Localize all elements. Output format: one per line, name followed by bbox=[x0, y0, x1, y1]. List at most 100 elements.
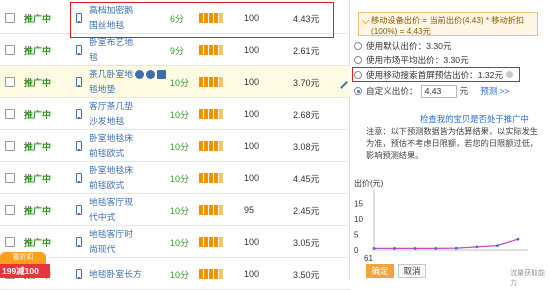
item-title-line1[interactable]: 高档加密鹅 bbox=[89, 3, 169, 18]
row-checkbox[interactable] bbox=[5, 173, 15, 183]
item-title-line2[interactable]: 前毯欧式 bbox=[89, 146, 169, 161]
table-row[interactable]: 推广中 地毯客厅时 尚现代 10分 100 3.05元 bbox=[0, 226, 350, 258]
item-title-line1[interactable]: 茶几卧室地 bbox=[89, 67, 169, 82]
item-title-text[interactable]: 卧室地毯床 bbox=[89, 133, 133, 143]
radio-market-bid[interactable]: 使用市场平均出价：3.30元 bbox=[354, 53, 469, 66]
item-title-cell[interactable]: 卧室布艺地毯 bbox=[89, 34, 169, 66]
score-bars bbox=[199, 205, 223, 215]
item-title-cell[interactable]: 茶几卧室地 毯地垫 bbox=[89, 66, 169, 98]
score-bar bbox=[199, 173, 203, 183]
row-checkbox[interactable] bbox=[5, 109, 15, 119]
radio-icon[interactable] bbox=[354, 41, 362, 50]
row-checkbox-cell[interactable] bbox=[5, 34, 19, 66]
promo-top-label: 惠折扣 bbox=[0, 252, 46, 264]
quality-bars bbox=[199, 130, 229, 162]
item-title-text[interactable]: 地毯客厅时 bbox=[89, 229, 133, 239]
row-checkbox[interactable] bbox=[5, 45, 15, 55]
item-title-line1[interactable]: 卧室地毯床 bbox=[89, 163, 169, 178]
item-title-cell[interactable]: 地毯客厅现 代中式 bbox=[89, 194, 169, 226]
cancel-button[interactable]: 取消 bbox=[398, 264, 426, 278]
radio-icon[interactable] bbox=[354, 87, 362, 95]
table-row[interactable]: 推广中 卧室地毯床 前毯欧式 10分 100 3.08元 bbox=[0, 130, 350, 162]
row-checkbox-cell[interactable] bbox=[5, 130, 19, 162]
promo-badge[interactable]: 惠折扣 199减100 bbox=[0, 252, 50, 278]
table-row[interactable]: 推广中 茶几卧室地 毯地垫 10分 100 3.70元 bbox=[0, 66, 350, 98]
score-bars bbox=[199, 13, 223, 23]
bid-panel: 移动设备出价 = 当前出价(4.43) * 移动折扣(100%) = 4.43元… bbox=[352, 0, 550, 280]
radio-mobile-bid[interactable]: 使用移动搜索首屏预估出价：1.32元 bbox=[354, 68, 514, 81]
row-checkbox-cell[interactable] bbox=[5, 162, 19, 194]
item-title-cell[interactable]: 卧室地毯床 前毯欧式 bbox=[89, 162, 169, 194]
radio-custom-bid[interactable]: 自定义出价： 4.43 元 预测 >> bbox=[354, 84, 509, 98]
item-title-text[interactable]: 卧室布艺地 bbox=[89, 37, 133, 47]
score-bar bbox=[199, 205, 203, 215]
phone-cell bbox=[76, 2, 86, 34]
quality-score: 6分 bbox=[170, 13, 185, 24]
item-title-line2[interactable]: 国丝地毯 bbox=[89, 18, 169, 33]
trash-icon[interactable] bbox=[157, 70, 166, 80]
table-row[interactable]: 推广中地毯卧室长方10分1003.50元 bbox=[0, 258, 350, 290]
radio-default-bid[interactable]: 使用默认出价：3.30元 bbox=[354, 39, 451, 52]
row-checkbox[interactable] bbox=[5, 13, 15, 23]
table-row[interactable]: 推广中 卧室布艺地毯 9分 100 2.61元 bbox=[0, 34, 350, 66]
score-bar bbox=[209, 237, 213, 247]
table-row[interactable]: 推广中 客厅茶几垫 沙发地毯 10分 100 2.68元 bbox=[0, 98, 350, 130]
pv-value: 100 bbox=[244, 269, 260, 279]
row-checkbox-cell[interactable] bbox=[5, 194, 19, 226]
mobile-phone-icon bbox=[76, 269, 82, 279]
row-checkbox-cell[interactable] bbox=[5, 66, 19, 98]
predict-arrow-icon[interactable]: >> bbox=[499, 86, 509, 96]
mobile-phone-icon bbox=[76, 77, 82, 87]
radio-icon[interactable] bbox=[354, 55, 362, 64]
item-title-line1[interactable]: 地毯客厅现 bbox=[89, 195, 169, 210]
item-title-cell[interactable]: 卧室地毯床 前毯欧式 bbox=[89, 130, 169, 162]
item-title-text[interactable]: 茶几卧室地 bbox=[89, 69, 133, 79]
table-row[interactable]: 推广中 卧室地毯床 前毯欧式 10分 100 4.45元 bbox=[0, 162, 350, 194]
item-title-line2[interactable]: 代中式 bbox=[89, 210, 169, 225]
item-title-cell[interactable]: 地毯客厅时 尚现代 bbox=[89, 226, 169, 258]
confirm-button[interactable]: 确定 bbox=[366, 264, 394, 278]
item-title-line2[interactable]: 毯 bbox=[89, 50, 169, 65]
predict-link[interactable]: 预测 bbox=[480, 85, 497, 97]
item-title-cell[interactable]: 地毯卧室长方 bbox=[89, 258, 169, 290]
pv-value: 100 bbox=[244, 141, 260, 151]
chart-series-line bbox=[374, 238, 519, 250]
row-checkbox-cell[interactable] bbox=[5, 98, 19, 130]
edit-cell[interactable] bbox=[335, 66, 348, 98]
row-checkbox[interactable] bbox=[5, 77, 15, 87]
row-checkbox-cell[interactable] bbox=[5, 2, 19, 34]
edit-pencil-icon[interactable] bbox=[335, 75, 348, 89]
item-title-line1[interactable]: 地毯卧室长方 bbox=[89, 267, 169, 282]
row-checkbox[interactable] bbox=[5, 205, 15, 215]
bid-price: 2.61元 bbox=[293, 45, 320, 56]
item-title-text[interactable]: 地毯客厅现 bbox=[89, 197, 133, 207]
item-title-line2[interactable]: 尚现代 bbox=[89, 242, 169, 257]
item-title-line1[interactable]: 地毯客厅时 bbox=[89, 227, 169, 242]
item-title-line2[interactable]: 毯地垫 bbox=[89, 82, 169, 97]
item-title-line1[interactable]: 卧室地毯床 bbox=[89, 131, 169, 146]
row-checkbox[interactable] bbox=[5, 237, 15, 247]
check-promotion-link[interactable]: 检查我的宝贝是否处于推广中 bbox=[420, 113, 529, 125]
score-bar bbox=[209, 109, 213, 119]
table-row[interactable]: 推广中 高档加密鹅 国丝地毯 6分 100 4.43元 bbox=[0, 2, 350, 34]
mobile-phone-icon bbox=[76, 141, 82, 151]
item-title-line1[interactable]: 客厅茶几垫 bbox=[89, 99, 169, 114]
item-title-text[interactable]: 高档加密鹅 bbox=[89, 5, 133, 15]
item-title-line2[interactable]: 前毯欧式 bbox=[89, 178, 169, 193]
item-title-line1[interactable]: 卧室布艺地 bbox=[89, 35, 169, 50]
item-title-cell[interactable]: 高档加密鹅 国丝地毯 bbox=[89, 2, 169, 34]
phone-cell bbox=[76, 162, 86, 194]
link-icon[interactable] bbox=[146, 70, 155, 80]
quality-bars bbox=[199, 162, 229, 194]
table-row[interactable]: 推广中 地毯客厅现 代中式 10分 95 2.45元 bbox=[0, 194, 350, 226]
chart-icon[interactable] bbox=[135, 70, 144, 80]
row-checkbox[interactable] bbox=[5, 141, 15, 151]
item-title-line2[interactable]: 沙发地毯 bbox=[89, 114, 169, 129]
item-title-cell[interactable]: 客厅茶几垫 沙发地毯 bbox=[89, 98, 169, 130]
radio-icon[interactable] bbox=[354, 70, 362, 79]
custom-bid-input[interactable]: 4.43 bbox=[420, 84, 457, 98]
quality-score: 10分 bbox=[170, 141, 190, 152]
item-title-text[interactable]: 客厅茶几垫 bbox=[89, 101, 133, 111]
item-title-text[interactable]: 地毯卧室长方 bbox=[89, 269, 142, 279]
item-title-text[interactable]: 卧室地毯床 bbox=[89, 165, 133, 175]
